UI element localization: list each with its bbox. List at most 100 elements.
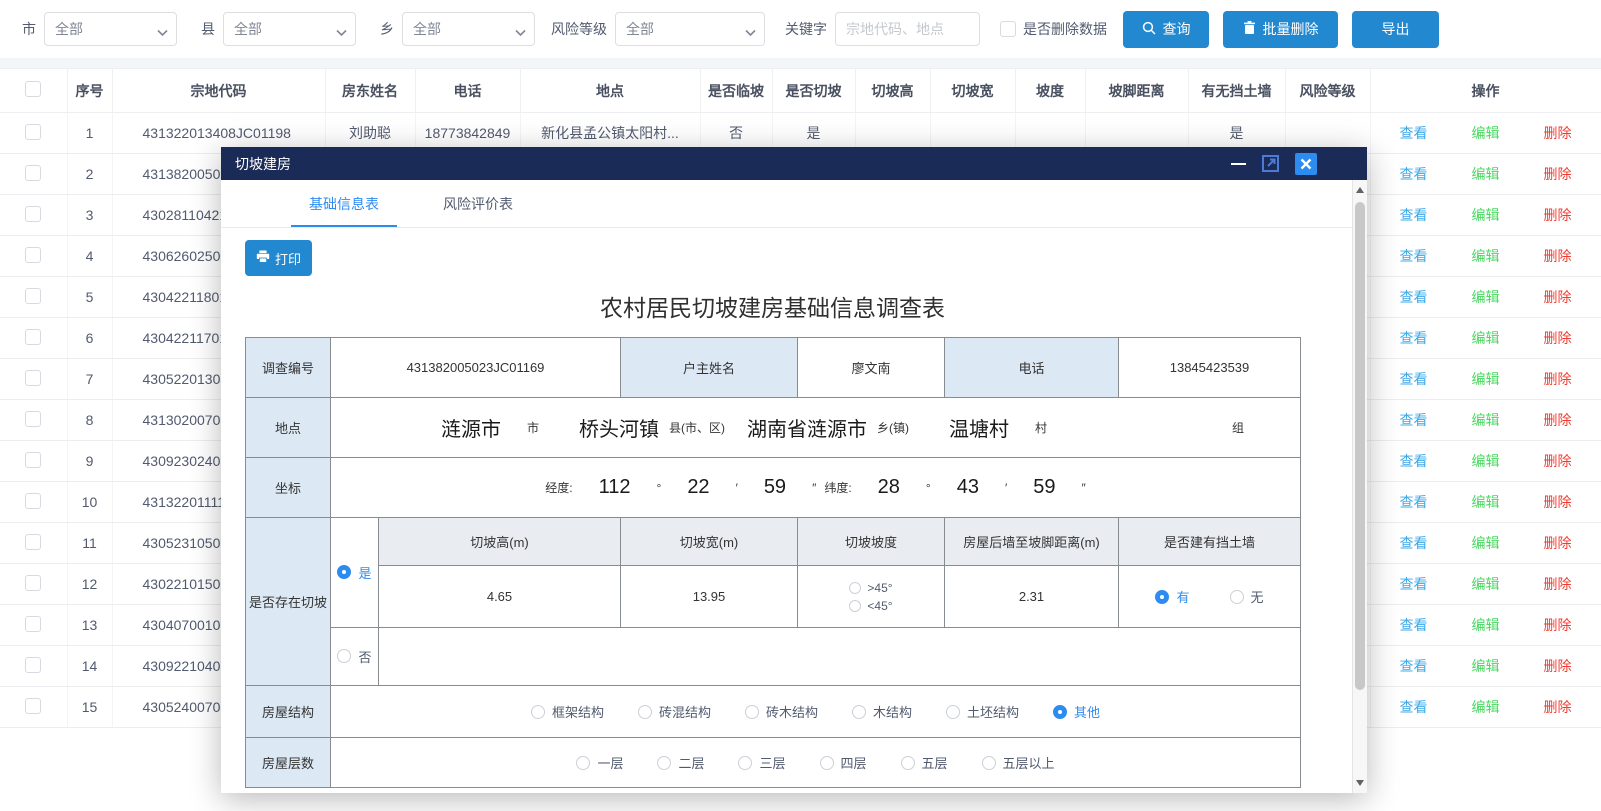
edit-link[interactable]: 编辑: [1472, 699, 1500, 715]
edit-link[interactable]: 编辑: [1472, 412, 1500, 428]
delete-link[interactable]: 删除: [1544, 658, 1572, 674]
edit-link[interactable]: 编辑: [1472, 494, 1500, 510]
subheader-cut-height: 切坡高(m): [379, 518, 621, 566]
delete-link[interactable]: 删除: [1544, 535, 1572, 551]
keyword-input[interactable]: 宗地代码、地点: [835, 12, 980, 46]
slope-lt45-radio[interactable]: <45°: [849, 599, 892, 613]
query-button[interactable]: 查询: [1123, 11, 1209, 48]
close-icon[interactable]: [1295, 153, 1317, 175]
row-checkbox[interactable]: [25, 411, 41, 427]
maximize-icon[interactable]: [1262, 155, 1279, 172]
edit-link[interactable]: 编辑: [1472, 207, 1500, 223]
edit-link[interactable]: 编辑: [1472, 289, 1500, 305]
risk-level-select[interactable]: 全部: [615, 12, 765, 46]
delete-link[interactable]: 删除: [1544, 617, 1572, 633]
delete-link[interactable]: 删除: [1544, 453, 1572, 469]
delete-link[interactable]: 删除: [1544, 576, 1572, 592]
county-select[interactable]: 全部: [223, 12, 356, 46]
structure-option-radio[interactable]: 土坯结构: [946, 702, 1019, 721]
minimize-icon[interactable]: [1231, 163, 1246, 165]
edit-link[interactable]: 编辑: [1472, 371, 1500, 387]
view-link[interactable]: 查看: [1400, 658, 1428, 674]
delete-data-checkbox[interactable]: [1000, 21, 1016, 37]
structure-option-radio[interactable]: 框架结构: [531, 702, 604, 721]
export-button[interactable]: 导出: [1352, 11, 1439, 48]
edit-link[interactable]: 编辑: [1472, 166, 1500, 182]
slope-gt45-radio[interactable]: >45°: [849, 581, 892, 595]
edit-link[interactable]: 编辑: [1472, 617, 1500, 633]
structure-option-radio[interactable]: 砖混结构: [638, 702, 711, 721]
floors-option-radio[interactable]: 五层: [901, 753, 948, 772]
cut-no-radio[interactable]: 否: [337, 647, 371, 666]
view-link[interactable]: 查看: [1400, 207, 1428, 223]
row-checkbox[interactable]: [25, 616, 41, 632]
row-checkbox[interactable]: [25, 575, 41, 591]
delete-link[interactable]: 删除: [1544, 166, 1572, 182]
view-link[interactable]: 查看: [1400, 166, 1428, 182]
delete-link[interactable]: 删除: [1544, 289, 1572, 305]
delete-link[interactable]: 删除: [1544, 371, 1572, 387]
row-checkbox[interactable]: [25, 657, 41, 673]
row-checkbox[interactable]: [25, 124, 41, 140]
city-select[interactable]: 全部: [44, 12, 177, 46]
floors-option-radio[interactable]: 一层: [576, 753, 623, 772]
print-button[interactable]: 打印: [245, 240, 312, 276]
cut-yes-radio[interactable]: 是: [337, 563, 371, 582]
row-checkbox[interactable]: [25, 370, 41, 386]
edit-link[interactable]: 编辑: [1472, 535, 1500, 551]
view-link[interactable]: 查看: [1400, 412, 1428, 428]
floors-option-radio[interactable]: 四层: [820, 753, 867, 772]
row-checkbox[interactable]: [25, 329, 41, 345]
view-link[interactable]: 查看: [1400, 576, 1428, 592]
view-link[interactable]: 查看: [1400, 248, 1428, 264]
scrollbar-thumb[interactable]: [1355, 202, 1365, 690]
view-link[interactable]: 查看: [1400, 617, 1428, 633]
structure-option-radio[interactable]: 其他: [1053, 702, 1100, 721]
view-link[interactable]: 查看: [1400, 494, 1428, 510]
structure-option-radio[interactable]: 砖木结构: [745, 702, 818, 721]
delete-link[interactable]: 删除: [1544, 494, 1572, 510]
row-checkbox[interactable]: [25, 165, 41, 181]
row-checkbox[interactable]: [25, 698, 41, 714]
floors-option-radio[interactable]: 三层: [738, 753, 785, 772]
view-link[interactable]: 查看: [1400, 453, 1428, 469]
delete-link[interactable]: 删除: [1544, 125, 1572, 141]
edit-link[interactable]: 编辑: [1472, 658, 1500, 674]
view-link[interactable]: 查看: [1400, 535, 1428, 551]
wall-no-radio[interactable]: 无: [1230, 587, 1264, 606]
delete-link[interactable]: 删除: [1544, 207, 1572, 223]
delete-link[interactable]: 删除: [1544, 248, 1572, 264]
view-link[interactable]: 查看: [1400, 125, 1428, 141]
modal-scrollbar[interactable]: [1352, 180, 1367, 793]
edit-link[interactable]: 编辑: [1472, 453, 1500, 469]
scroll-up-icon[interactable]: [1356, 187, 1364, 193]
delete-link[interactable]: 删除: [1544, 412, 1572, 428]
tab-basic-info[interactable]: 基础信息表: [291, 194, 397, 227]
row-checkbox[interactable]: [25, 493, 41, 509]
modal-titlebar[interactable]: 切坡建房: [221, 147, 1367, 180]
delete-link[interactable]: 删除: [1544, 330, 1572, 346]
floors-option-radio[interactable]: 二层: [657, 753, 704, 772]
edit-link[interactable]: 编辑: [1472, 576, 1500, 592]
row-checkbox[interactable]: [25, 247, 41, 263]
view-link[interactable]: 查看: [1400, 371, 1428, 387]
row-checkbox[interactable]: [25, 288, 41, 304]
row-checkbox[interactable]: [25, 206, 41, 222]
row-checkbox[interactable]: [25, 452, 41, 468]
township-select[interactable]: 全部: [402, 12, 535, 46]
view-link[interactable]: 查看: [1400, 330, 1428, 346]
edit-link[interactable]: 编辑: [1472, 125, 1500, 141]
select-all-checkbox[interactable]: [25, 81, 41, 97]
floors-option-radio[interactable]: 五层以上: [982, 753, 1055, 772]
wall-yes-radio[interactable]: 有: [1155, 587, 1189, 606]
structure-option-radio[interactable]: 木结构: [852, 702, 912, 721]
row-checkbox[interactable]: [25, 534, 41, 550]
batch-delete-button[interactable]: 批量删除: [1223, 11, 1338, 48]
edit-link[interactable]: 编辑: [1472, 248, 1500, 264]
edit-link[interactable]: 编辑: [1472, 330, 1500, 346]
tab-risk-evaluation[interactable]: 风险评价表: [425, 194, 531, 227]
view-link[interactable]: 查看: [1400, 289, 1428, 305]
delete-link[interactable]: 删除: [1544, 699, 1572, 715]
view-link[interactable]: 查看: [1400, 699, 1428, 715]
scroll-down-icon[interactable]: [1356, 780, 1364, 786]
